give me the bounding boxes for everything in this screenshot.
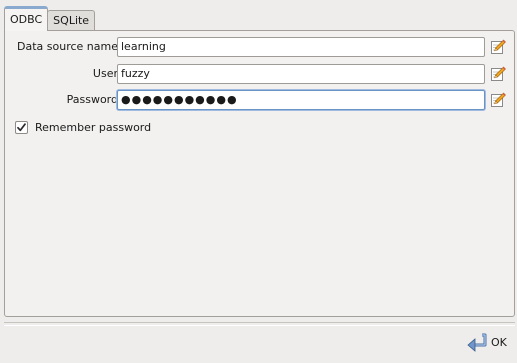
tab-sqlite[interactable]: SQLite [47, 10, 96, 31]
footer-separator [4, 322, 515, 326]
checkmark-icon [17, 123, 26, 132]
enter-arrow-icon [466, 333, 488, 353]
user-label: User [92, 67, 118, 80]
remember-password-checkbox[interactable] [15, 121, 28, 134]
datasource-label: Data source name [17, 40, 118, 53]
user-input[interactable]: fuzzy [117, 64, 485, 84]
ok-button[interactable]: OK [466, 332, 507, 354]
datasource-row: Data source name learning [5, 37, 516, 57]
tab-odbc[interactable]: ODBC [4, 6, 49, 31]
odbc-panel: Data source name learning User fuzzy Pas… [4, 30, 515, 317]
tab-bar: ODBC SQLite [4, 6, 96, 31]
datasource-edit-icon[interactable] [490, 39, 506, 55]
password-row: Password ●●●●●●●●●●● [5, 90, 516, 110]
user-row: User fuzzy [5, 64, 516, 84]
password-edit-icon[interactable] [490, 92, 506, 108]
ok-label: OK [491, 336, 507, 349]
datasource-input[interactable]: learning [117, 37, 485, 57]
password-input[interactable]: ●●●●●●●●●●● [117, 90, 485, 110]
remember-password-label: Remember password [35, 121, 152, 134]
user-edit-icon[interactable] [490, 66, 506, 82]
password-label: Password [66, 93, 118, 106]
